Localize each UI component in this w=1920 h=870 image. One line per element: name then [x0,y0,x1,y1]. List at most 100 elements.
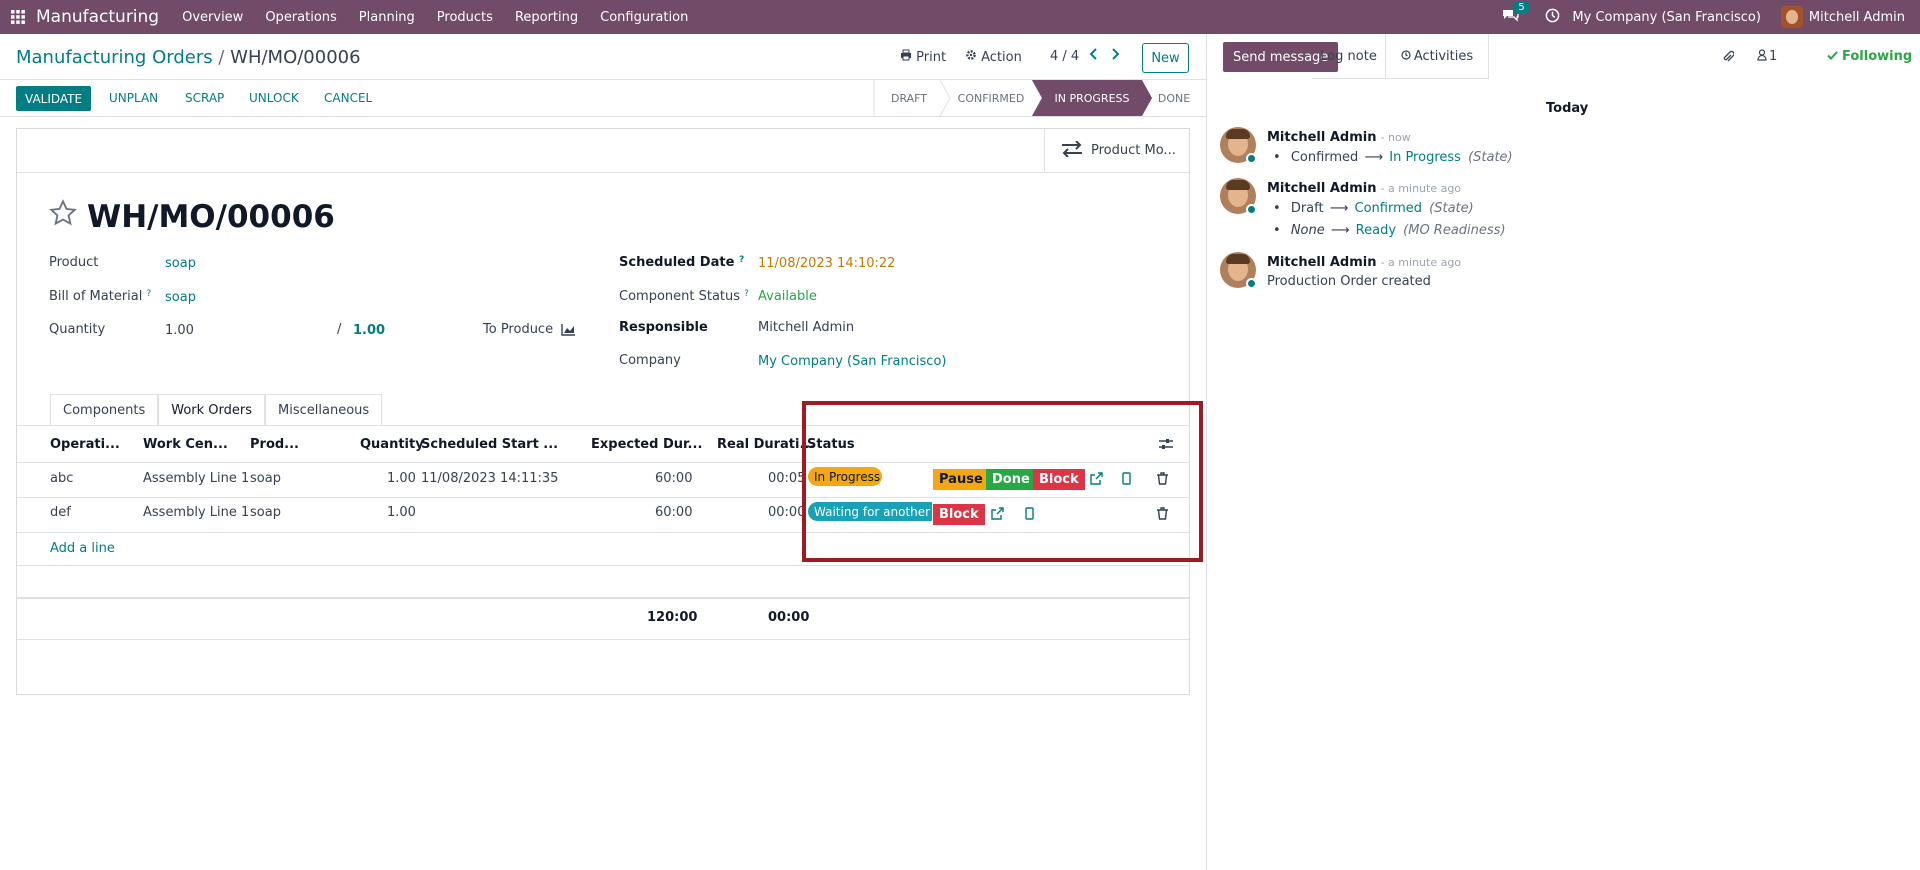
validate-button[interactable]: VALIDATE [16,86,92,111]
menu-products[interactable]: Products [437,10,493,25]
responsible-field[interactable]: Mitchell Admin [758,320,854,335]
menu-overview[interactable]: Overview [182,10,243,25]
cancel-button[interactable]: CANCEL [324,91,372,105]
tab-components[interactable]: Components [50,394,159,426]
company-field[interactable]: My Company (San Francisco) [758,354,946,369]
message-author-avatar[interactable] [1220,178,1257,215]
company-label: Company [619,353,681,368]
menu-reporting[interactable]: Reporting [515,10,578,25]
message-author[interactable]: Mitchell Admin [1267,130,1376,145]
pager-next-icon[interactable] [1110,47,1120,65]
quantity-label: Quantity [49,322,106,337]
scheduled-date-help-icon[interactable]: ? [739,255,744,265]
following-button[interactable]: Following [1827,34,1912,79]
forecast-chart-icon[interactable] [561,323,576,340]
app-name[interactable]: Manufacturing [36,7,159,27]
activity-clock-icon[interactable] [1545,8,1560,27]
row2-quantity[interactable]: 1.00 [387,505,416,520]
scheduled-date-label-text: Scheduled Date [619,255,735,270]
tab-work-orders[interactable]: Work Orders [158,394,266,426]
row2-real-duration[interactable]: 00:00 [768,505,805,520]
unplan-button[interactable]: UNPLAN [109,91,158,105]
col-product[interactable]: Prod... [250,437,299,452]
col-scheduled-start[interactable]: Scheduled Start ... [421,437,558,452]
product-moves-label: Product Mo... [1091,143,1176,158]
breadcrumb-separator: / [218,47,225,68]
user-menu[interactable]: Mitchell Admin [1809,10,1905,25]
action-label: Action [981,50,1022,65]
col-expected-duration[interactable]: Expected Dur... [591,437,702,452]
record-title: WH/MO/00006 [87,199,335,235]
menu-operations[interactable]: Operations [265,10,336,25]
product-field[interactable]: soap [165,256,196,271]
print-button[interactable]: Print [900,49,946,65]
followers-button[interactable]: 1 [1757,34,1777,79]
tracking-line: • Draft ⟶ Confirmed (State) [1273,201,1474,216]
row2-expected-duration[interactable]: 60:00 [655,505,692,520]
row2-operation[interactable]: def [50,505,71,520]
bom-field[interactable]: soap [165,290,196,305]
breadcrumb-manufacturing-orders[interactable]: Manufacturing Orders [16,47,213,68]
message-author[interactable]: Mitchell Admin [1267,181,1376,196]
add-a-line-link[interactable]: Add a line [50,541,115,556]
following-label: Following [1842,49,1913,64]
app-menu-icon[interactable] [0,0,36,34]
company-switcher[interactable]: My Company (San Francisco) [1572,10,1760,25]
message-author[interactable]: Mitchell Admin [1267,255,1376,270]
menu-configuration[interactable]: Configuration [600,10,688,25]
pager-previous-icon[interactable] [1089,47,1099,65]
pager-value[interactable]: 4 / 4 [1050,49,1079,64]
bom-label-text: Bill of Material [49,289,143,304]
new-button[interactable]: New [1142,43,1189,73]
row1-quantity[interactable]: 1.00 [387,471,416,486]
action-button[interactable]: Action [965,49,1022,65]
quantity-field[interactable]: 1.00 [165,323,194,338]
message-author-avatar[interactable] [1220,252,1257,289]
messages-icon[interactable]: 5 [1502,1,1529,26]
activities-button[interactable]: Activities [1386,34,1489,79]
row1-operation[interactable]: abc [50,471,73,486]
bom-help-icon[interactable]: ? [147,289,152,299]
tracking-new-value: Ready [1355,223,1397,238]
menu-planning[interactable]: Planning [359,10,415,25]
footer-bottom-divider [17,639,1189,640]
footer-divider [17,597,1189,599]
today-separator: Today [1546,101,1589,116]
row1-real-duration[interactable]: 00:05 [768,471,805,486]
notebook-tabs: Components Work Orders Miscellaneous [50,394,383,426]
print-label: Print [916,50,947,65]
row1-scheduled-start[interactable]: 11/08/2023 14:11:35 [421,471,558,486]
favorite-star-icon[interactable] [49,199,77,235]
message-body: Production Order created [1267,274,1431,289]
followers-count: 1 [1769,49,1778,64]
tab-miscellaneous[interactable]: Miscellaneous [265,394,383,426]
component-status-help-icon[interactable]: ? [744,289,749,299]
log-note-button[interactable]: Log note [1312,34,1386,79]
stage-in-progress[interactable]: IN PROGRESS [1042,80,1142,116]
user-avatar[interactable] [1780,6,1803,28]
stage-done[interactable]: DONE [1148,80,1200,116]
row1-product[interactable]: soap [250,471,281,486]
tracking-line: • Confirmed ⟶ In Progress (State) [1273,150,1513,165]
row2-work-center[interactable]: Assembly Line 1 [143,505,249,520]
scrap-button[interactable]: SCRAP [185,91,224,105]
col-operation[interactable]: Operati... [50,437,120,452]
stage-confirmed[interactable]: CONFIRMED [950,80,1032,116]
product-moves-smart-button[interactable]: Product Mo... [1044,129,1189,172]
tracking-field: (MO Readiness) [1403,223,1506,238]
row1-expected-duration[interactable]: 60:00 [655,471,692,486]
col-real-duration[interactable]: Real Durati... [717,437,814,452]
message-header: Mitchell Admin - a minute ago [1267,181,1461,196]
col-work-center[interactable]: Work Cen... [143,437,228,452]
tracking-line: • None ⟶ Ready (MO Readiness) [1273,223,1506,238]
stage-draft[interactable]: DRAFT [876,80,942,116]
scheduled-date-label: Scheduled Date ? [619,255,744,270]
row2-product[interactable]: soap [250,505,281,520]
col-quantity[interactable]: Quantity [360,437,424,452]
row1-work-center[interactable]: Assembly Line 1 [143,471,249,486]
quantity-total[interactable]: 1.00 [353,323,385,338]
paperclip-icon[interactable] [1722,34,1734,79]
scheduled-date-field[interactable]: 11/08/2023 14:10:22 [758,256,895,271]
message-author-avatar[interactable] [1220,127,1257,164]
unlock-button[interactable]: UNLOCK [249,91,299,105]
